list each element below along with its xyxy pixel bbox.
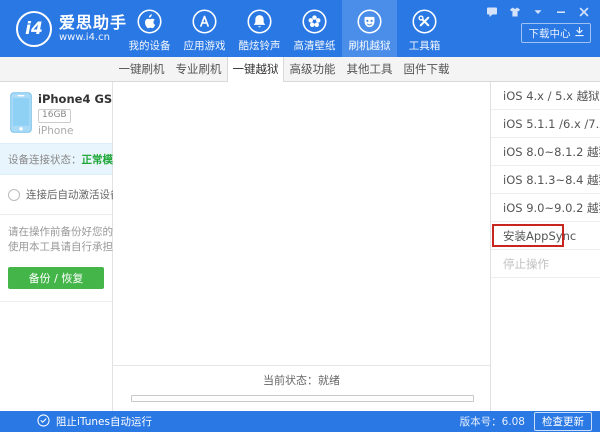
dropdown-arrow-icon[interactable]: [531, 6, 544, 18]
backup-restore-button[interactable]: 备份 / 恢复: [8, 267, 104, 289]
nav-item-my-device[interactable]: 我的设备: [122, 0, 177, 57]
nav-item-apps-games[interactable]: 应用游戏: [177, 0, 232, 57]
jailbreak-ios8.0-8.1.2[interactable]: iOS 8.0~8.1.2 越狱: [491, 138, 600, 166]
version-value: 6.08: [502, 416, 525, 428]
jailbreak-actions-panel: iOS 4.x / 5.x 越狱 iOS 5.1.1 /6.x /7.x越狱 i…: [490, 82, 600, 411]
wallpaper-icon: [301, 8, 328, 35]
connection-status-label: 设备连接状态：: [8, 152, 82, 167]
current-status: 当前状态：就绪: [113, 372, 490, 388]
window-controls: [485, 6, 590, 18]
device-model: iPhone: [38, 125, 124, 138]
auto-activate-option[interactable]: 连接后自动激活设备: [0, 175, 112, 215]
tab-bar: 一键刷机 专业刷机 一键越狱 高级功能 其他工具 固件下载: [0, 57, 600, 82]
app-logo: i4 爱思助手 www.i4.cn: [0, 0, 118, 57]
status-block: 当前状态：就绪: [113, 365, 490, 411]
tab-firmware-download[interactable]: 固件下载: [398, 57, 455, 81]
tab-pro-flash[interactable]: 专业刷机: [170, 57, 227, 81]
device-name: iPhone4 GSM: [38, 92, 124, 106]
install-appsync-label: 安装AppSync: [503, 229, 576, 243]
nav-item-ringtones[interactable]: 酷炫铃声: [232, 0, 287, 57]
download-center-label: 下载中心: [529, 26, 571, 41]
apple-icon: [136, 8, 163, 35]
block-itunes-label: 阻止iTunes自动运行: [56, 414, 152, 429]
main-empty-area: [113, 82, 490, 365]
jailbreak-ios9.0-9.0.2[interactable]: iOS 9.0~9.0.2 越狱: [491, 194, 600, 222]
nav-label: 高清壁纸: [294, 38, 336, 53]
auto-activate-radio[interactable]: [8, 189, 20, 201]
block-itunes-toggle[interactable]: 阻止iTunes自动运行: [0, 414, 152, 430]
progress-bar: [131, 395, 474, 402]
message-icon[interactable]: [485, 6, 498, 18]
tab-one-click-flash[interactable]: 一键刷机: [113, 57, 170, 81]
backup-warning-text: 请在操作前备份好您的数据 使用本工具请自行承担风险: [0, 215, 112, 261]
version-text: 版本号：6.08: [460, 414, 525, 429]
main-panel: 当前状态：就绪: [113, 82, 490, 411]
tab-one-click-jailbreak[interactable]: 一键越狱: [227, 57, 284, 83]
nav-label: 刷机越狱: [349, 38, 391, 53]
check-circle-icon: [37, 414, 50, 430]
jailbreak-ios5-6-7[interactable]: iOS 5.1.1 /6.x /7.x越狱: [491, 110, 600, 138]
logo-icon: i4: [16, 11, 52, 47]
device-sidebar: iPhone4 GSM 16GB iPhone 设备连接状态：正常模式 连接后自…: [0, 82, 113, 411]
jailbreak-icon: [356, 8, 383, 35]
jailbreak-ios4-5[interactable]: iOS 4.x / 5.x 越狱: [491, 82, 600, 110]
tab-advanced[interactable]: 高级功能: [284, 57, 341, 81]
main-nav: 我的设备 应用游戏 酷炫铃声 高清壁纸: [122, 0, 452, 57]
bell-icon: [246, 8, 273, 35]
install-appsync[interactable]: 安装AppSync: [491, 222, 600, 250]
device-info-card: iPhone4 GSM 16GB iPhone: [0, 82, 112, 143]
auto-activate-label: 连接后自动激活设备: [26, 187, 121, 202]
tab-other-tools[interactable]: 其他工具: [341, 57, 398, 81]
current-status-label: 当前状态：: [263, 374, 318, 387]
nav-label: 我的设备: [129, 38, 171, 53]
warning-line-1: 请在操作前备份好您的数据: [8, 225, 104, 240]
nav-label: 工具箱: [409, 38, 441, 53]
theme-icon[interactable]: [508, 6, 521, 18]
appstore-icon: [191, 8, 218, 35]
footer-bar: 阻止iTunes自动运行 版本号：6.08 检查更新: [0, 411, 600, 432]
check-update-button[interactable]: 检查更新: [534, 412, 592, 431]
nav-item-flash-jailbreak[interactable]: 刷机越狱: [342, 0, 397, 57]
nav-label: 酷炫铃声: [239, 38, 281, 53]
close-icon[interactable]: [577, 6, 590, 18]
download-center-button[interactable]: 下载中心: [521, 23, 591, 43]
content: iPhone4 GSM 16GB iPhone 设备连接状态：正常模式 连接后自…: [0, 82, 600, 411]
nav-label: 应用游戏: [184, 38, 226, 53]
device-capacity-badge: 16GB: [38, 109, 71, 122]
sidebar-empty-area: [0, 301, 112, 411]
iphone-icon: [10, 92, 32, 133]
nav-item-toolbox[interactable]: 工具箱: [397, 0, 452, 57]
header: i4 爱思助手 www.i4.cn 我的设备 应用游戏: [0, 0, 600, 57]
connection-status: 设备连接状态：正常模式: [0, 143, 112, 175]
app-window: i4 爱思助手 www.i4.cn 我的设备 应用游戏: [0, 0, 600, 432]
nav-item-wallpapers[interactable]: 高清壁纸: [287, 0, 342, 57]
version-label: 版本号：: [460, 416, 502, 428]
jailbreak-ios8.1.3-8.4[interactable]: iOS 8.1.3~8.4 越狱: [491, 166, 600, 194]
current-status-value: 就绪: [318, 374, 340, 387]
app-url: www.i4.cn: [59, 32, 127, 43]
stop-operation[interactable]: 停止操作: [491, 250, 600, 278]
minimize-icon[interactable]: [554, 6, 567, 18]
toolbox-icon: [411, 8, 438, 35]
warning-line-2: 使用本工具请自行承担风险: [8, 240, 104, 255]
app-title: 爱思助手: [59, 14, 127, 32]
download-icon: [575, 27, 584, 40]
